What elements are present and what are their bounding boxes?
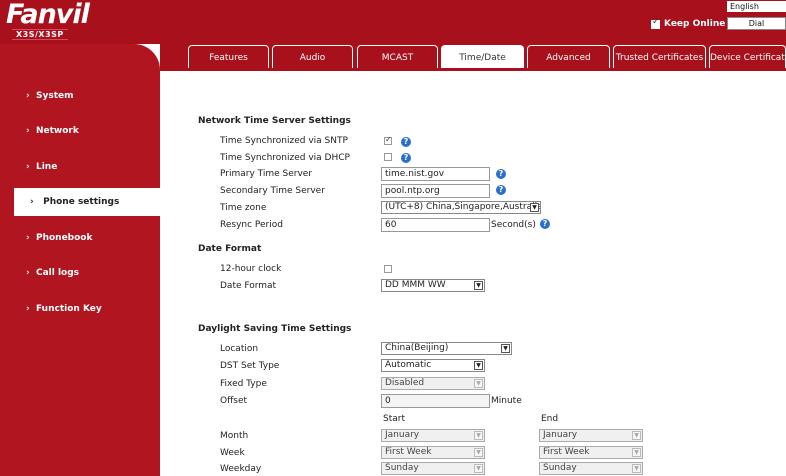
primary-server-label: Primary Time Server [220, 169, 313, 179]
end-month-select[interactable]: January ▼ [539, 429, 643, 442]
timezone-value: (UTC+8) China,Singapore,Australia(Perth) [385, 202, 540, 212]
start-week-select[interactable]: First Week ▼ [381, 446, 485, 459]
model-label: X3S/X3SP [12, 29, 68, 40]
dhcp-help-icon[interactable]: ? [401, 153, 411, 163]
month-label: Month [220, 431, 249, 441]
start-month-select[interactable]: January ▼ [381, 429, 485, 442]
sidebar-item-call-logs[interactable]: › Call logs [0, 263, 160, 283]
sidebar-item-line[interactable]: › Line [0, 157, 160, 177]
end-month-value: January [543, 430, 578, 440]
chevron-down-icon: ▼ [632, 448, 641, 457]
chevron-down-icon: ▼ [474, 448, 483, 457]
week-label: Week [220, 448, 245, 458]
sntp-help-icon[interactable]: ? [401, 137, 411, 147]
sidebar-item-function-key[interactable]: › Function Key [0, 299, 160, 319]
sntp-label: Time Synchronized via SNTP [220, 136, 348, 146]
chevron-down-icon: ▼ [530, 203, 539, 212]
chevron-down-icon: ▼ [632, 464, 641, 473]
brand-logo: Fanvil [6, 0, 90, 30]
end-week-select[interactable]: First Week ▼ [539, 446, 643, 459]
start-month-value: January [385, 430, 420, 440]
tab-audio[interactable]: Audio [272, 45, 353, 69]
sidebar-item-system[interactable]: › System [0, 86, 160, 106]
sidebar-item-network[interactable]: › Network [0, 121, 160, 141]
sidebar-item-phone-settings[interactable]: › Phone settings [14, 188, 160, 216]
fixed-type-value: Disabled [385, 378, 425, 388]
dst-set-type-label: DST Set Type [220, 361, 280, 371]
tab-underline [160, 68, 786, 71]
tab-advanced[interactable]: Advanced [527, 45, 610, 69]
dial-button[interactable]: Dial [727, 17, 786, 30]
sidebar-item-label: Line [35, 162, 58, 172]
chevron-down-icon: ▼ [501, 344, 510, 353]
primary-server-help-icon[interactable]: ? [496, 169, 506, 179]
end-column-header: End [541, 414, 559, 424]
date-format-select[interactable]: DD MMM WW ▼ [381, 279, 485, 292]
chevron-down-icon: ▼ [474, 379, 483, 388]
keep-online-checkbox[interactable] [651, 17, 660, 29]
sidebar-item-label: Call logs [35, 268, 80, 278]
date-format-section-title: Date Format [198, 244, 262, 254]
clock-checkbox[interactable] [384, 265, 392, 273]
tab-mcast[interactable]: MCAST [357, 45, 438, 69]
chevron-down-icon: ▼ [632, 431, 641, 440]
sntp-checkbox[interactable] [384, 135, 392, 145]
location-label: Location [220, 344, 259, 354]
primary-server-input[interactable]: time.nist.gov [381, 167, 490, 181]
date-format-label: Date Format [220, 281, 277, 291]
fixed-type-label: Fixed Type [220, 379, 267, 389]
resync-help-icon[interactable]: ? [540, 219, 550, 229]
resync-unit: Second(s) [491, 220, 536, 230]
tab-features[interactable]: Features [188, 45, 269, 69]
dhcp-checkbox[interactable] [384, 153, 392, 161]
ntp-section-title: Network Time Server Settings [198, 116, 351, 126]
start-weekday-select[interactable]: Sunday ▼ [381, 462, 485, 475]
fixed-type-select[interactable]: Disabled ▼ [381, 377, 485, 390]
dst-section-title: Daylight Saving Time Settings [198, 324, 352, 334]
secondary-server-input[interactable]: pool.ntp.org [381, 184, 490, 198]
tab-time-date[interactable]: Time/Date [441, 45, 524, 69]
dst-set-type-value: Automatic [385, 360, 432, 370]
resync-label: Resync Period [220, 220, 283, 230]
language-select[interactable]: English [727, 1, 786, 12]
offset-unit: Minute [491, 396, 522, 406]
offset-label: Offset [220, 396, 248, 406]
chevron-down-icon: ▼ [474, 464, 483, 473]
start-weekday-value: Sunday [385, 463, 419, 473]
offset-input[interactable]: 0 [381, 394, 490, 408]
sidebar-item-label: Network [35, 126, 79, 136]
tab-device-certificates[interactable]: Device Certificates [709, 45, 786, 69]
end-weekday-value: Sunday [543, 463, 577, 473]
chevron-down-icon: ▼ [474, 361, 483, 370]
start-column-header: Start [383, 414, 405, 424]
weekday-label: Weekday [220, 464, 262, 474]
secondary-server-label: Secondary Time Server [220, 186, 325, 196]
chevron-down-icon: ▼ [474, 431, 483, 440]
timezone-select[interactable]: (UTC+8) China,Singapore,Australia(Perth)… [381, 201, 541, 214]
sidebar-item-label: Phonebook [35, 233, 93, 243]
chevron-down-icon: ▼ [474, 281, 483, 290]
keep-online-toggle[interactable]: Keep Online [651, 17, 726, 29]
secondary-server-help-icon[interactable]: ? [496, 185, 506, 195]
location-select[interactable]: China(Beijing) ▼ [381, 342, 512, 355]
end-week-value: First Week [543, 447, 590, 457]
location-value: China(Beijing) [385, 343, 449, 353]
resync-input[interactable]: 60 [381, 218, 490, 232]
header-bar: Fanvil X3S/X3SP English Keep Online Dial [0, 0, 786, 44]
clock-label: 12-hour clock [220, 264, 282, 274]
sidebar-item-phonebook[interactable]: › Phonebook [0, 228, 160, 248]
timezone-label: Time zone [220, 203, 267, 213]
sidebar-item-label: Phone settings [43, 197, 120, 207]
dhcp-label: Time Synchronized via DHCP [220, 153, 350, 163]
start-week-value: First Week [385, 447, 432, 457]
sidebar-item-label: Function Key [35, 304, 102, 314]
dst-set-type-select[interactable]: Automatic ▼ [381, 359, 485, 372]
sidebar [0, 44, 160, 476]
end-weekday-select[interactable]: Sunday ▼ [539, 462, 643, 475]
sidebar-item-label: System [35, 91, 74, 101]
keep-online-label: Keep Online [664, 19, 726, 29]
date-format-value: DD MMM WW [385, 280, 446, 290]
tab-trusted-certificates[interactable]: Trusted Certificates [613, 45, 706, 69]
